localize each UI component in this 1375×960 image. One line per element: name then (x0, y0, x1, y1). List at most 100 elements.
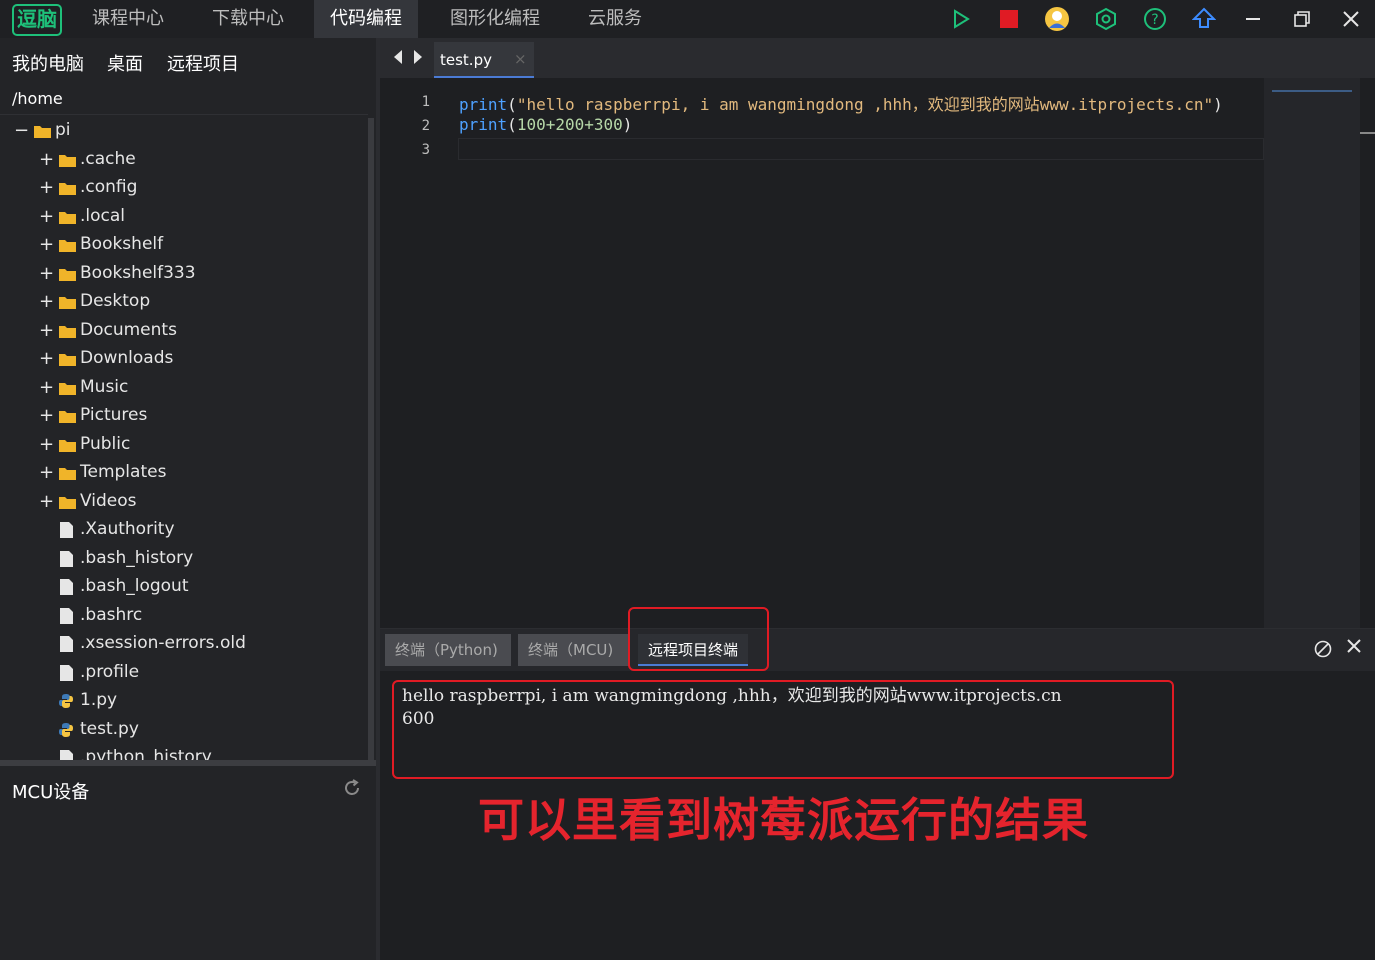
upload-icon[interactable] (1191, 6, 1217, 32)
expand-icon[interactable]: + (39, 405, 54, 426)
folder-icon (59, 325, 76, 338)
tree-folder-item[interactable]: + Pictures (0, 403, 368, 431)
restore-icon[interactable] (1289, 6, 1315, 32)
tree-file-item[interactable]: .Xauthority (0, 517, 368, 545)
tree-file-item[interactable]: .bashrc (0, 603, 368, 631)
expand-icon[interactable]: + (39, 263, 54, 284)
clear-icon[interactable] (1314, 640, 1332, 662)
expand-icon[interactable]: + (39, 491, 54, 512)
tab-terminal-python[interactable]: 终端（Python) (385, 634, 511, 666)
line-number: 1 (421, 94, 430, 110)
nav-graphical-programming[interactable]: 图形化编程 (434, 0, 556, 38)
folder-label: Templates (80, 462, 167, 482)
expand-icon[interactable]: + (39, 462, 54, 483)
python-file-icon (59, 722, 73, 737)
tree-folder-item[interactable]: + Music (0, 375, 368, 403)
tree-folder-item[interactable]: + Documents (0, 318, 368, 346)
folder-label: Videos (80, 490, 137, 511)
folder-icon (59, 468, 76, 480)
nav-cloud-service[interactable]: 云服务 (572, 0, 658, 38)
tab-terminal-mcu[interactable]: 终端（MCU) (518, 634, 630, 666)
arrow-left-icon (394, 50, 402, 64)
file-tree: − pi + .cache + .config + .local + Bookshelf + Bo… (0, 118, 368, 762)
file-label: .Xauthority (80, 519, 175, 539)
expand-icon[interactable]: + (39, 291, 54, 312)
expand-icon[interactable]: + (39, 320, 54, 341)
close-icon[interactable] (1338, 6, 1364, 32)
expand-icon[interactable]: + (39, 434, 54, 455)
user-avatar-icon[interactable] (1044, 6, 1070, 32)
line-number: 3 (421, 142, 430, 158)
divider (0, 114, 368, 115)
code-string: "hello raspberrpi, i am wangmingdong ,hh… (516, 95, 1214, 114)
tree-root-folder[interactable]: − pi (0, 118, 368, 146)
code-paren: ) (1213, 95, 1223, 114)
close-panel-icon[interactable] (1346, 638, 1362, 659)
tree-folder-item[interactable]: + Videos (0, 489, 368, 517)
run-icon[interactable] (948, 6, 974, 32)
editor-scrollbar[interactable] (1360, 78, 1375, 628)
settings-hex-icon[interactable] (1093, 6, 1119, 32)
annotation-caption: 可以里看到树莓派运行的结果 (478, 793, 1089, 847)
expand-icon[interactable]: + (39, 377, 54, 398)
folder-label: Documents (80, 319, 177, 340)
tab-close-icon[interactable]: × (514, 50, 527, 68)
tab-desktop[interactable]: 桌面 (107, 50, 143, 76)
nav-code-programming[interactable]: 代码编程 (314, 0, 418, 38)
tree-folder-item[interactable]: + Desktop (0, 289, 368, 317)
tree-python-file-item[interactable]: test.py (0, 717, 368, 745)
file-label: 1.py (80, 690, 118, 710)
terminal-scrollbar[interactable] (1355, 671, 1373, 960)
nav-course-center[interactable]: 课程中心 (76, 0, 180, 38)
tree-folder-item[interactable]: + Templates (0, 460, 368, 488)
folder-label: Pictures (80, 405, 148, 425)
tab-remote-projects[interactable]: 远程项目 (167, 50, 239, 76)
folder-icon (59, 439, 76, 452)
tree-folder-item[interactable]: + .cache (0, 147, 368, 175)
help-icon[interactable]: ? (1142, 6, 1168, 32)
file-icon (60, 550, 73, 567)
tree-file-item[interactable]: .bash_logout (0, 574, 368, 602)
tab-scroll-arrows (390, 48, 426, 70)
folder-label: .local (80, 205, 126, 226)
code-line-1: print("hello raspberrpi, i am wangmingdo… (459, 91, 1223, 115)
tree-folder-item[interactable]: + Downloads (0, 346, 368, 374)
code-keyword: print (459, 115, 508, 134)
expand-icon[interactable]: + (39, 177, 54, 198)
tab-test-py[interactable]: test.py × (434, 42, 534, 78)
tree-folder-item[interactable]: + .local (0, 204, 368, 232)
expand-icon[interactable]: + (39, 149, 54, 170)
nav-download-center[interactable]: 下载中心 (196, 0, 300, 38)
tree-scrollbar[interactable] (368, 118, 374, 762)
expand-icon[interactable]: + (39, 234, 54, 255)
editor-tab-bar: test.py × (380, 38, 1375, 78)
tree-file-item[interactable]: .xsession-errors.old (0, 631, 368, 659)
tree-python-file-item[interactable]: 1.py (0, 688, 368, 716)
minimap-line (1272, 90, 1352, 92)
minimap[interactable] (1264, 78, 1360, 628)
mcu-devices-title: MCU设备 (12, 782, 90, 803)
tree-file-item[interactable]: .profile (0, 660, 368, 688)
svg-text:?: ? (1151, 12, 1158, 28)
folder-icon (59, 211, 76, 224)
tab-my-computer[interactable]: 我的电脑 (12, 50, 84, 76)
folder-label: pi (55, 120, 71, 140)
tree-file-item[interactable]: .bash_history (0, 546, 368, 574)
folder-label: Bookshelf (80, 234, 164, 254)
tree-folder-item[interactable]: + .config (0, 175, 368, 203)
expand-icon[interactable]: + (39, 206, 54, 227)
panel-splitter[interactable] (0, 760, 376, 766)
stop-icon[interactable] (996, 6, 1022, 32)
tab-remote-project-terminal[interactable]: 远程项目终端 (638, 634, 748, 666)
file-label: .bash_history (80, 547, 194, 568)
minimize-icon[interactable] (1240, 6, 1266, 32)
collapse-icon[interactable]: − (14, 120, 29, 141)
current-path: /home (12, 89, 63, 108)
file-icon (60, 579, 73, 595)
refresh-icon[interactable] (342, 778, 362, 802)
code-editor[interactable]: 1 2 3 print("hello raspberrpi, i am wang… (380, 78, 1375, 628)
tree-folder-item[interactable]: + Bookshelf (0, 232, 368, 260)
tree-folder-item[interactable]: + Public (0, 432, 368, 460)
tree-folder-item[interactable]: + Bookshelf333 (0, 261, 368, 289)
expand-icon[interactable]: + (39, 348, 54, 369)
